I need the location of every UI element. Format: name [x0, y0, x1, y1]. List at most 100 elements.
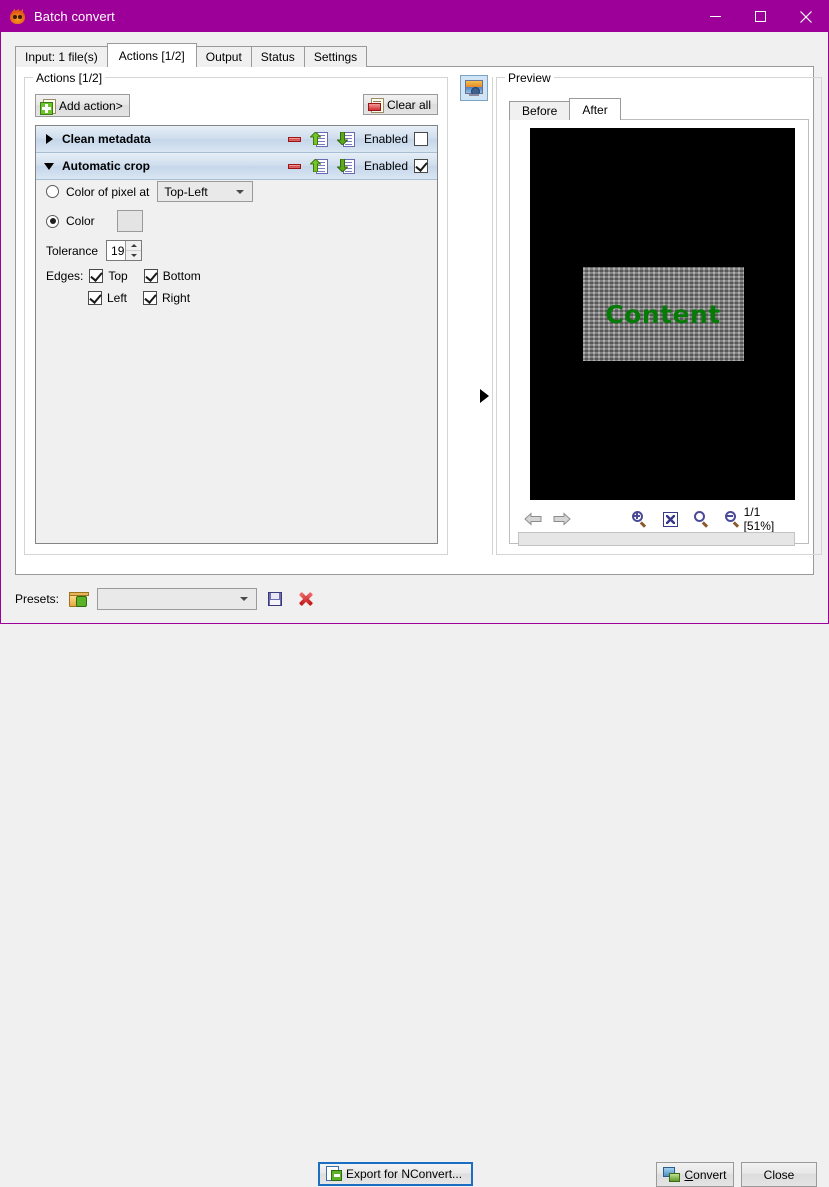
- preview-toggle-button[interactable]: [460, 75, 488, 101]
- preview-zoom-out-button[interactable]: [721, 508, 744, 530]
- edge-top-option[interactable]: Top: [89, 269, 128, 283]
- zoom-in-icon: [631, 510, 648, 528]
- convert-button[interactable]: Convert: [656, 1162, 734, 1187]
- remove-action-icon[interactable]: [287, 132, 302, 147]
- tab-input[interactable]: Input: 1 file(s): [15, 46, 108, 67]
- chevron-down-icon: [240, 597, 249, 601]
- move-up-icon[interactable]: [309, 131, 328, 147]
- tab-before-label: Before: [522, 104, 558, 118]
- maximize-button[interactable]: [738, 1, 783, 32]
- color-swatch-button[interactable]: [116, 210, 143, 232]
- actions-list[interactable]: Clean metadata Enabled Automatic crop En…: [35, 125, 438, 544]
- tolerance-increment[interactable]: [126, 241, 142, 251]
- export-for-nconvert-button[interactable]: Export for NConvert...: [318, 1162, 474, 1186]
- preview-fit-button[interactable]: [659, 508, 682, 530]
- edge-bottom-option[interactable]: Bottom: [143, 269, 201, 283]
- save-icon[interactable]: [267, 591, 284, 607]
- preview-zoom-actual-button[interactable]: [690, 508, 713, 530]
- edge-left-label: Left: [107, 291, 128, 305]
- clear-all-button[interactable]: Clear all: [362, 94, 438, 115]
- move-up-icon[interactable]: [309, 158, 328, 174]
- edge-right-option[interactable]: Right: [143, 291, 190, 305]
- preview-horizontal-scrollbar[interactable]: [518, 532, 795, 546]
- tab-output-label: Output: [205, 50, 242, 64]
- action-enabled-checkbox[interactable]: [414, 159, 428, 173]
- tab-status[interactable]: Status: [250, 46, 305, 67]
- preview-group-title: Preview: [505, 71, 554, 85]
- close-dialog-label: Close: [763, 1167, 795, 1182]
- tab-settings[interactable]: Settings: [303, 46, 368, 67]
- main-tab-strip: Input: 1 file(s) Actions [1/2] Output St…: [15, 43, 828, 67]
- color-radio[interactable]: [46, 214, 59, 228]
- preview-content-text: Content: [605, 299, 721, 329]
- action-row[interactable]: Automatic crop Enabled: [36, 153, 437, 180]
- minimize-button[interactable]: [693, 1, 738, 32]
- move-down-icon[interactable]: [336, 158, 355, 174]
- preview-prev-button[interactable]: [522, 508, 545, 530]
- tab-output[interactable]: Output: [195, 46, 252, 67]
- automatic-crop-options: Color of pixel at Top-Left Color Toleran…: [36, 181, 437, 313]
- tolerance-decrement[interactable]: [126, 251, 141, 260]
- expander-right-icon[interactable]: [480, 389, 489, 403]
- tolerance-stepper-buttons[interactable]: [125, 241, 142, 260]
- expand-collapse-toggle[interactable]: [36, 134, 62, 144]
- actions-group: Actions [1/2] Add action> Clear all Clea…: [24, 71, 448, 555]
- preview-zoom-in-button[interactable]: [628, 508, 651, 530]
- edge-left-option[interactable]: Left: [88, 291, 127, 305]
- fit-to-window-icon: [662, 511, 678, 527]
- chevron-right-icon: [45, 134, 53, 144]
- export-icon: [326, 1166, 342, 1182]
- edges-row-2: Left Right: [46, 291, 437, 305]
- batch-convert-window: Batch convert Input: 1 file(s) Actions […: [0, 0, 829, 1187]
- tolerance-stepper[interactable]: 19: [106, 240, 143, 261]
- delete-icon[interactable]: [298, 591, 314, 607]
- tab-before[interactable]: Before: [509, 101, 571, 120]
- edge-bottom-checkbox[interactable]: [143, 269, 158, 283]
- enabled-label: Enabled: [363, 132, 408, 146]
- preview-toolbar: 1/1 [51%]: [510, 505, 808, 533]
- export-label: Export for NConvert...: [346, 1167, 463, 1181]
- color-of-pixel-option[interactable]: Color of pixel at Top-Left: [46, 181, 437, 202]
- tab-actions[interactable]: Actions [1/2]: [106, 43, 197, 67]
- preview-group: Preview Before After Content 1/1 [51%]: [496, 71, 822, 555]
- flame-icon: [10, 7, 26, 25]
- tab-settings-label: Settings: [313, 50, 358, 64]
- clear-all-icon: [367, 97, 384, 113]
- edge-right-checkbox[interactable]: [143, 291, 158, 305]
- expand-collapse-toggle[interactable]: [36, 162, 62, 170]
- action-row[interactable]: Clean metadata Enabled: [36, 126, 437, 153]
- edges-label: Edges:: [46, 269, 84, 283]
- edge-bottom-label: Bottom: [162, 269, 201, 283]
- chevron-down-icon: [236, 189, 245, 194]
- color-option[interactable]: Color: [46, 210, 437, 232]
- close-dialog-button[interactable]: Close: [741, 1162, 817, 1187]
- preview-page: Content 1/1 [51%]: [509, 119, 809, 546]
- action-enabled-checkbox[interactable]: [414, 132, 428, 146]
- action-name: Clean metadata: [62, 132, 151, 146]
- tab-actions-label: Actions [1/2]: [118, 48, 185, 63]
- enabled-label: Enabled: [363, 159, 408, 173]
- clear-all-label: Clear all: [386, 97, 431, 112]
- remove-action-icon[interactable]: [287, 159, 302, 174]
- folder-open-icon[interactable]: [69, 591, 90, 607]
- tolerance-option: Tolerance 19: [46, 240, 437, 261]
- add-action-label: Add action>: [59, 98, 123, 113]
- add-action-button[interactable]: Add action>: [35, 94, 130, 117]
- color-of-pixel-radio[interactable]: [46, 185, 59, 198]
- tab-after[interactable]: After: [569, 98, 621, 120]
- edge-left-checkbox[interactable]: [88, 291, 102, 305]
- preview-image[interactable]: Content: [530, 128, 795, 500]
- presets-select[interactable]: [97, 588, 258, 610]
- title-bar: Batch convert: [1, 1, 828, 32]
- window-title: Batch convert: [34, 9, 115, 24]
- presets-label: Presets:: [15, 592, 60, 606]
- edge-top-checkbox[interactable]: [89, 269, 104, 283]
- move-down-icon[interactable]: [336, 131, 355, 147]
- preview-next-button[interactable]: [551, 508, 574, 530]
- pixel-position-select[interactable]: Top-Left: [157, 181, 254, 202]
- zoom-out-icon: [724, 510, 741, 528]
- close-button[interactable]: [783, 1, 828, 32]
- picture-icon: [465, 80, 483, 96]
- color-of-pixel-label: Color of pixel at: [66, 184, 150, 199]
- edges-row-1: Edges: Top Bottom: [46, 269, 437, 283]
